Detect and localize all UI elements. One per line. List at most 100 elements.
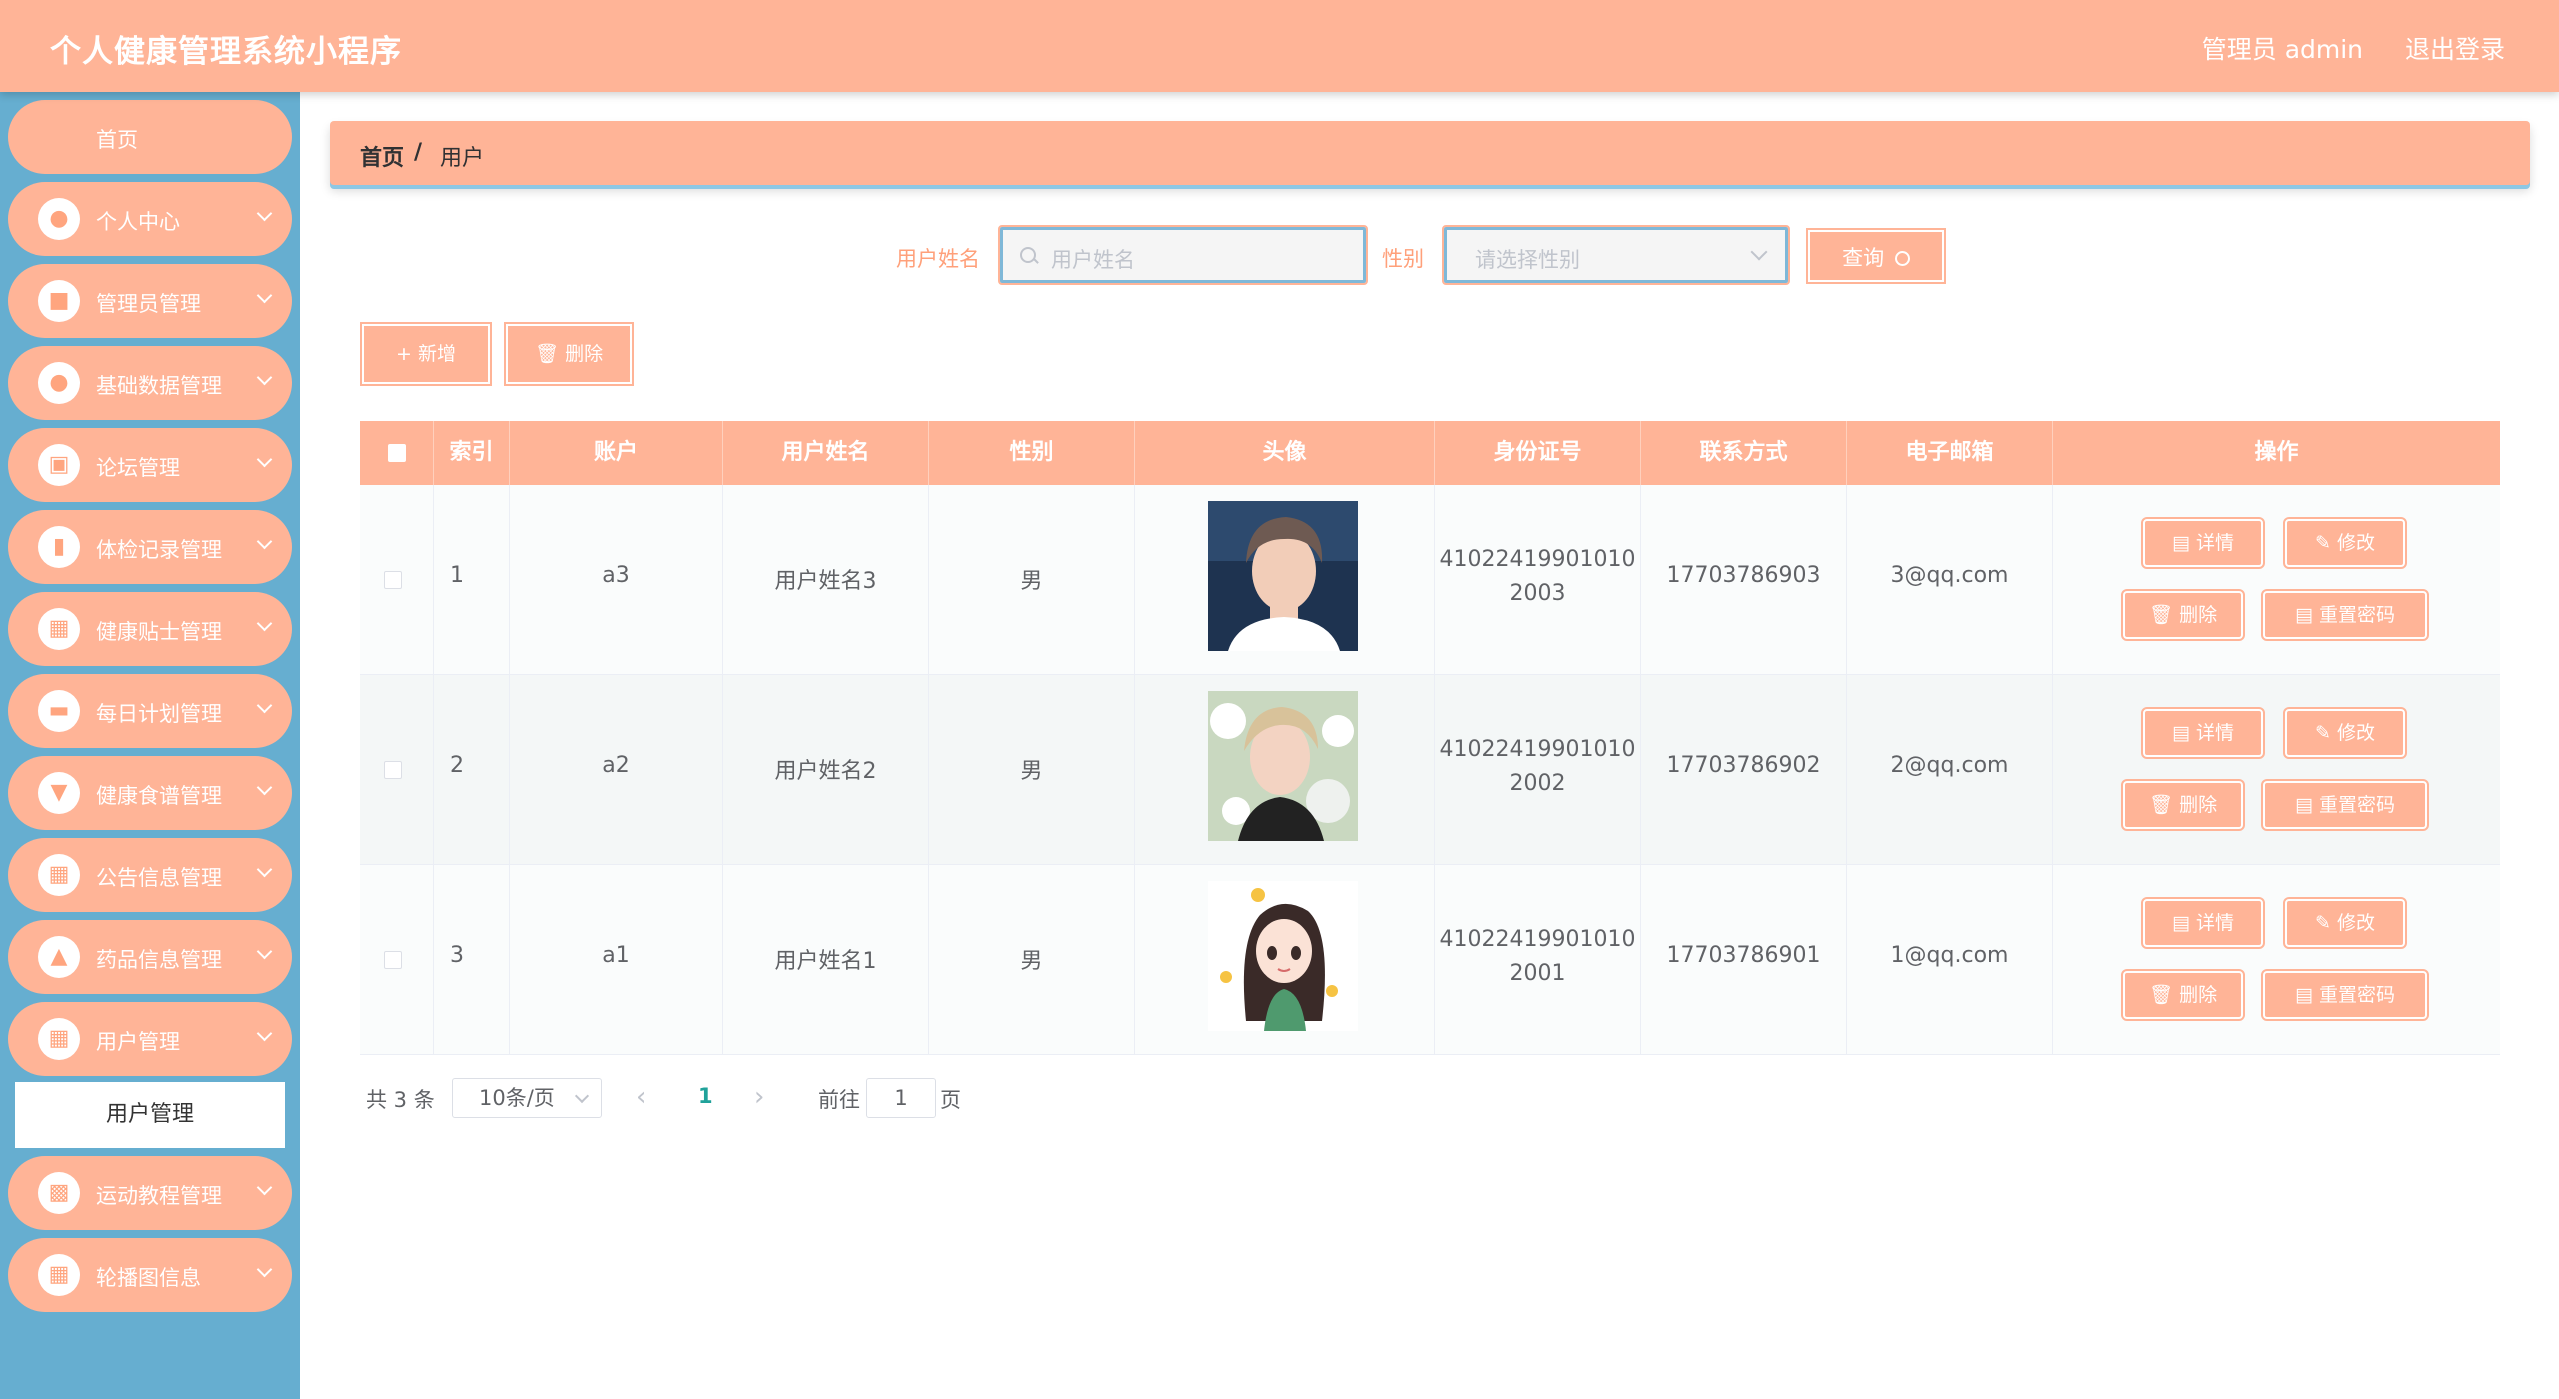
batch-delete-label: 删除: [565, 343, 604, 365]
sidebar-item-health-tips[interactable]: ▦ 健康贴士管理: [8, 592, 292, 666]
sidebar-item-checkup-records[interactable]: ▮ 体检记录管理: [8, 510, 292, 584]
cell-phone: 17703786902: [1641, 675, 1847, 865]
cell-name-text: 用户姓名2: [774, 759, 877, 784]
delete-button[interactable]: 🗑 删除: [2121, 589, 2245, 641]
sidebar-item-label: 论坛管理: [96, 456, 180, 480]
delete-button[interactable]: 🗑 删除: [2121, 969, 2245, 1021]
sidebar-item-label: 药品信息管理: [96, 948, 222, 972]
table-row: 3 a1 用户姓名1 男 41022419901010 2001 17703786…: [360, 865, 2500, 1055]
select-all-checkbox[interactable]: [388, 444, 406, 462]
batch-delete-button[interactable]: 🗑 删除: [504, 322, 634, 386]
add-button[interactable]: + 新增: [360, 322, 492, 386]
sidebar-item-forum[interactable]: ▣ 论坛管理: [8, 428, 292, 502]
cell-gender-text: 男: [1020, 569, 1043, 594]
delete-button[interactable]: 🗑 删除: [2121, 779, 2245, 831]
cell-actions: ▤ 详情 ✎ 修改 🗑 删除 ▤ 重置密码: [2053, 865, 2500, 1055]
sidebar-item-admin-management[interactable]: ■ 管理员管理: [8, 264, 292, 338]
row-select-cell: [360, 865, 434, 1055]
avatar[interactable]: [1208, 881, 1358, 1031]
name-search-label: 用户姓名: [896, 247, 980, 271]
page-unit-label: 页: [940, 1088, 961, 1112]
logout-link[interactable]: 退出登录: [2405, 35, 2505, 64]
submenu-item-user-management[interactable]: 用户管理: [15, 1082, 285, 1148]
col-account: 账户: [510, 421, 723, 485]
cell-index: 3: [434, 865, 510, 1055]
cell-email: 3@qq.com: [1847, 485, 2053, 675]
search-icon: [1020, 247, 1036, 263]
sidebar-item-exercise-tutorials[interactable]: ▩ 运动教程管理: [8, 1156, 292, 1230]
chevron-down-icon: [256, 205, 273, 222]
col-index: 索引: [434, 421, 510, 485]
edit-label: 修改: [2336, 532, 2375, 554]
user-icon: ●: [38, 198, 80, 240]
grid-icon: ▦: [38, 1018, 80, 1060]
grid-icon: ▦: [38, 1254, 80, 1296]
id-line-1: 41022419901010: [1439, 547, 1636, 572]
row-checkbox[interactable]: [384, 571, 402, 589]
cell-email-text: 3@qq.com: [1890, 563, 2009, 588]
sidebar-item-recipes[interactable]: ▼ 健康食谱管理: [8, 756, 292, 830]
row-checkbox[interactable]: [384, 951, 402, 969]
prev-page-button[interactable]: ‹: [636, 1082, 646, 1112]
detail-button[interactable]: ▤ 详情: [2141, 897, 2265, 949]
sidebar-item-announcements[interactable]: ▦ 公告信息管理: [8, 838, 292, 912]
sidebar-item-user-management[interactable]: ▦ 用户管理: [8, 1002, 292, 1076]
cell-gender: 男: [929, 865, 1135, 1055]
reset-password-button[interactable]: ▤ 重置密码: [2261, 969, 2429, 1021]
breadcrumb-home[interactable]: 首页: [360, 140, 404, 172]
name-search-input[interactable]: 用户姓名: [998, 225, 1368, 285]
briefcase-icon: ▣: [38, 444, 80, 486]
sidebar-item-medicine-info[interactable]: ▲ 药品信息管理: [8, 920, 292, 994]
edit-button[interactable]: ✎ 修改: [2283, 897, 2407, 949]
cell-index: 2: [434, 675, 510, 865]
cell-account-text: a2: [602, 753, 630, 778]
col-phone: 联系方式: [1641, 421, 1847, 485]
cell-index-text: 1: [450, 563, 464, 588]
sidebar-item-carousel[interactable]: ▦ 轮播图信息: [8, 1238, 292, 1312]
edit-button[interactable]: ✎ 修改: [2283, 517, 2407, 569]
page-size-select[interactable]: 10条/页: [452, 1078, 602, 1118]
avatar[interactable]: [1208, 501, 1358, 651]
id-line-1: 41022419901010: [1439, 927, 1636, 952]
sidebar-item-label: 用户管理: [96, 1030, 180, 1054]
edit-label: 修改: [2336, 722, 2375, 744]
cell-account: a3: [510, 485, 723, 675]
cell-name: 用户姓名2: [723, 675, 929, 865]
cell-gender-text: 男: [1020, 949, 1043, 974]
sidebar-item-personal-center[interactable]: ● 个人中心: [8, 182, 292, 256]
breadcrumb-current: 用户: [440, 146, 485, 171]
goto-page-input[interactable]: 1: [866, 1078, 936, 1118]
gender-select[interactable]: 请选择性别: [1442, 225, 1790, 285]
cell-actions: ▤ 详情 ✎ 修改 🗑 删除 ▤ 重置密码: [2053, 485, 2500, 675]
detail-button[interactable]: ▤ 详情: [2141, 707, 2265, 759]
reset-password-button[interactable]: ▤ 重置密码: [2261, 779, 2429, 831]
bar-chart-icon: ▮: [38, 526, 80, 568]
col-gender: 性别: [929, 421, 1135, 485]
chevron-down-icon: [256, 615, 273, 632]
goto-label: 前往: [818, 1088, 860, 1112]
row-select-cell: [360, 485, 434, 675]
next-page-button[interactable]: ›: [754, 1082, 764, 1112]
page-number-current[interactable]: 1: [698, 1084, 713, 1108]
sidebar-item-daily-plan[interactable]: ▬ 每日计划管理: [8, 674, 292, 748]
chevron-down-icon: [256, 1025, 273, 1042]
sidebar-item-label: 基础数据管理: [96, 374, 222, 398]
row-checkbox[interactable]: [384, 761, 402, 779]
sidebar-item-label: 健康食谱管理: [96, 784, 222, 808]
cell-name-text: 用户姓名3: [774, 569, 877, 594]
sidebar-item-home[interactable]: 首页: [8, 100, 292, 174]
gender-select-placeholder: 请选择性别: [1475, 248, 1580, 272]
reset-password-button[interactable]: ▤ 重置密码: [2261, 589, 2429, 641]
col-name: 用户姓名: [723, 421, 929, 485]
query-button[interactable]: 查询: [1806, 228, 1946, 284]
cell-avatar: [1135, 865, 1435, 1055]
detail-button[interactable]: ▤ 详情: [2141, 517, 2265, 569]
select-all-cell: [360, 421, 434, 485]
sidebar-item-basic-data[interactable]: ● 基础数据管理: [8, 346, 292, 420]
cup-icon: ▼: [38, 772, 80, 814]
cell-index: 1: [434, 485, 510, 675]
edit-button[interactable]: ✎ 修改: [2283, 707, 2407, 759]
detail-label: 详情: [2195, 722, 2234, 744]
avatar[interactable]: [1208, 691, 1358, 841]
chevron-down-icon: [256, 1261, 273, 1278]
